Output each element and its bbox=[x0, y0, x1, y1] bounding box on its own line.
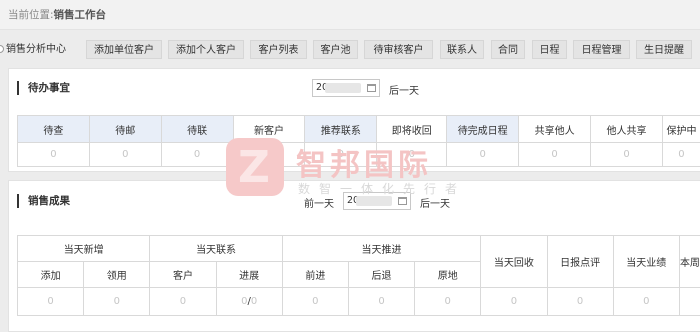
todo-value[interactable]: 0 bbox=[88, 142, 162, 167]
th-recommend-contact[interactable]: 推荐联系 bbox=[304, 115, 378, 143]
tab-bar: 销售分析中心 添加单位客户 添加个人客户 客户列表 客户池 待审核客户 联系人 … bbox=[0, 37, 700, 61]
todo-value[interactable]: 0 bbox=[376, 142, 448, 167]
breadcrumb-current: 销售工作台 bbox=[53, 9, 107, 21]
top-bar: 当前位置:销售工作台 bbox=[0, 0, 700, 30]
tab-add-company-customer[interactable]: 添加单位客户 bbox=[86, 40, 162, 59]
date-mask bbox=[356, 196, 392, 206]
tab-pending-review[interactable]: 待审核客户 bbox=[364, 40, 433, 59]
tab-schedule[interactable]: 日程 bbox=[532, 40, 567, 59]
todo-value[interactable]: 0 bbox=[661, 142, 700, 167]
todo-value[interactable]: 0 bbox=[17, 142, 90, 167]
todo-value[interactable]: 0 bbox=[304, 142, 378, 167]
results-value[interactable]: 0 bbox=[281, 287, 349, 316]
th-pending-check[interactable]: 待查 bbox=[17, 115, 90, 143]
th-this-week[interactable]: 本周 bbox=[678, 235, 700, 288]
results-value[interactable]: 0 bbox=[546, 287, 614, 316]
tab-customer-pool[interactable]: 客户池 bbox=[313, 40, 358, 59]
results-value[interactable]: 0 bbox=[414, 287, 482, 316]
th-shared-to-others[interactable]: 共享他人 bbox=[518, 115, 592, 143]
results-value[interactable]: 0 bbox=[347, 287, 416, 316]
th-daily-review[interactable]: 日报点评 bbox=[546, 235, 614, 288]
results-prev-day-link[interactable]: 前一天 bbox=[304, 195, 334, 210]
results-title: 销售成果 bbox=[17, 194, 70, 208]
results-value-row: 0 0 0 0/0 0 0 0 0 0 0 bbox=[16, 287, 700, 316]
th-contact-customer[interactable]: 客户 bbox=[149, 261, 217, 288]
th-shared-by-others[interactable]: 他人共享 bbox=[590, 115, 663, 143]
th-forward[interactable]: 前进 bbox=[281, 261, 349, 288]
todo-table: 待查 待邮 待联 新客户 推荐联系 即将收回 待完成日程 共享他人 他人共享 保… bbox=[17, 115, 700, 167]
th-progress[interactable]: 进展 bbox=[215, 261, 283, 288]
todo-next-day-link[interactable]: 后一天 bbox=[389, 82, 419, 97]
th-day-performance[interactable]: 当天业绩 bbox=[612, 235, 680, 288]
todo-value[interactable]: 0 bbox=[518, 142, 592, 167]
th-in-place[interactable]: 原地 bbox=[414, 261, 482, 288]
results-date-input[interactable]: 20 bbox=[343, 192, 411, 210]
results-next-day-link[interactable]: 后一天 bbox=[420, 195, 450, 210]
results-progress-cell[interactable]: 0/0 bbox=[215, 287, 283, 316]
calendar-icon[interactable] bbox=[398, 197, 407, 205]
results-value[interactable]: 0 bbox=[149, 287, 217, 316]
th-about-to-reclaim[interactable]: 即将收回 bbox=[376, 115, 448, 143]
todo-header-row: 待查 待邮 待联 新客户 推荐联系 即将收回 待完成日程 共享他人 他人共享 保… bbox=[17, 115, 700, 143]
tab-birthday-reminder[interactable]: 生日提醒 bbox=[636, 40, 692, 59]
th-pending-mail[interactable]: 待邮 bbox=[88, 115, 162, 143]
th-new-customer[interactable]: 新客户 bbox=[232, 115, 306, 143]
todo-date-input[interactable]: 20 bbox=[312, 79, 380, 97]
results-value[interactable]: 0 bbox=[83, 287, 151, 316]
results-value-empty bbox=[678, 287, 700, 316]
date-mask bbox=[325, 83, 361, 93]
results-group-row: 当天新增 当天联系 当天推进 当天回收 日报点评 当天业绩 本周 bbox=[16, 235, 700, 288]
th-day-new: 当天新增 bbox=[16, 235, 151, 262]
todo-value[interactable]: 0 bbox=[160, 142, 234, 167]
radio-icon[interactable] bbox=[0, 45, 4, 53]
todo-panel: 待办事宜 20 后一天 待查 待邮 待联 新客户 推荐联系 即将收回 待完成日程… bbox=[8, 68, 700, 172]
th-pending-schedule[interactable]: 待完成日程 bbox=[446, 115, 520, 143]
th-day-reclaim[interactable]: 当天回收 bbox=[480, 235, 548, 288]
th-backward[interactable]: 后退 bbox=[347, 261, 416, 288]
tab-add-personal-customer[interactable]: 添加个人客户 bbox=[168, 40, 244, 59]
results-value[interactable]: 0 bbox=[16, 287, 85, 316]
todo-value[interactable]: 0 bbox=[590, 142, 663, 167]
th-pending-contact[interactable]: 待联 bbox=[160, 115, 234, 143]
th-add[interactable]: 添加 bbox=[16, 261, 85, 288]
th-claim[interactable]: 领用 bbox=[83, 261, 151, 288]
todo-value[interactable]: 0 bbox=[232, 142, 306, 167]
calendar-icon[interactable] bbox=[367, 84, 376, 92]
th-day-advance: 当天推进 bbox=[281, 235, 482, 262]
tab-sales-analysis[interactable]: 销售分析中心 bbox=[0, 40, 76, 59]
tab-customer-list[interactable]: 客户列表 bbox=[250, 40, 307, 59]
todo-value[interactable]: 0 bbox=[446, 142, 520, 167]
tab-schedule-management[interactable]: 日程管理 bbox=[573, 40, 630, 59]
tab-label: 销售分析中心 bbox=[6, 44, 66, 55]
results-value: 0 bbox=[250, 296, 258, 307]
todo-value-row: 0 0 0 0 0 0 0 0 0 0 bbox=[17, 142, 700, 167]
th-protected[interactable]: 保护中 bbox=[661, 115, 700, 143]
th-day-contact: 当天联系 bbox=[149, 235, 283, 262]
results-table: 当天新增 当天联系 当天推进 当天回收 日报点评 当天业绩 本周 添加 领用 客… bbox=[16, 235, 700, 316]
todo-title: 待办事宜 bbox=[17, 81, 70, 95]
tab-contacts[interactable]: 联系人 bbox=[440, 40, 484, 59]
results-value[interactable]: 0 bbox=[612, 287, 680, 316]
breadcrumb-prefix: 当前位置: bbox=[8, 9, 54, 21]
results-panel: 销售成果 前一天 20 后一天 当天新增 当天联系 当天推进 当天回收 日报点评… bbox=[8, 180, 700, 332]
results-value[interactable]: 0 bbox=[480, 287, 548, 316]
tab-contracts[interactable]: 合同 bbox=[491, 40, 525, 59]
breadcrumb: 当前位置:销售工作台 bbox=[8, 7, 106, 22]
